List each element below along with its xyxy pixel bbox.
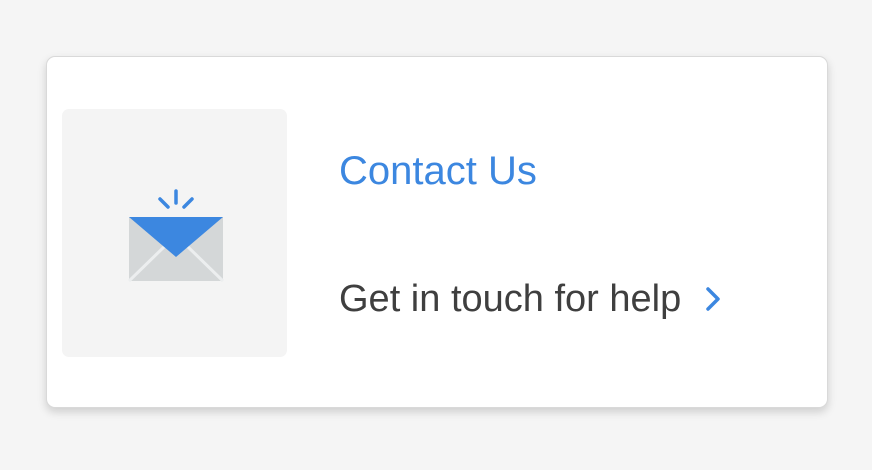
envelope-notification-icon — [128, 189, 224, 283]
chevron-right-icon[interactable] — [703, 286, 723, 312]
icon-tile — [62, 109, 287, 357]
card-subtitle: Get in touch for help — [339, 278, 682, 320]
card-title[interactable]: Contact Us — [339, 147, 537, 195]
subtitle-row[interactable]: Get in touch for help — [339, 275, 723, 323]
contact-us-card[interactable]: Contact Us Get in touch for help — [46, 56, 828, 408]
